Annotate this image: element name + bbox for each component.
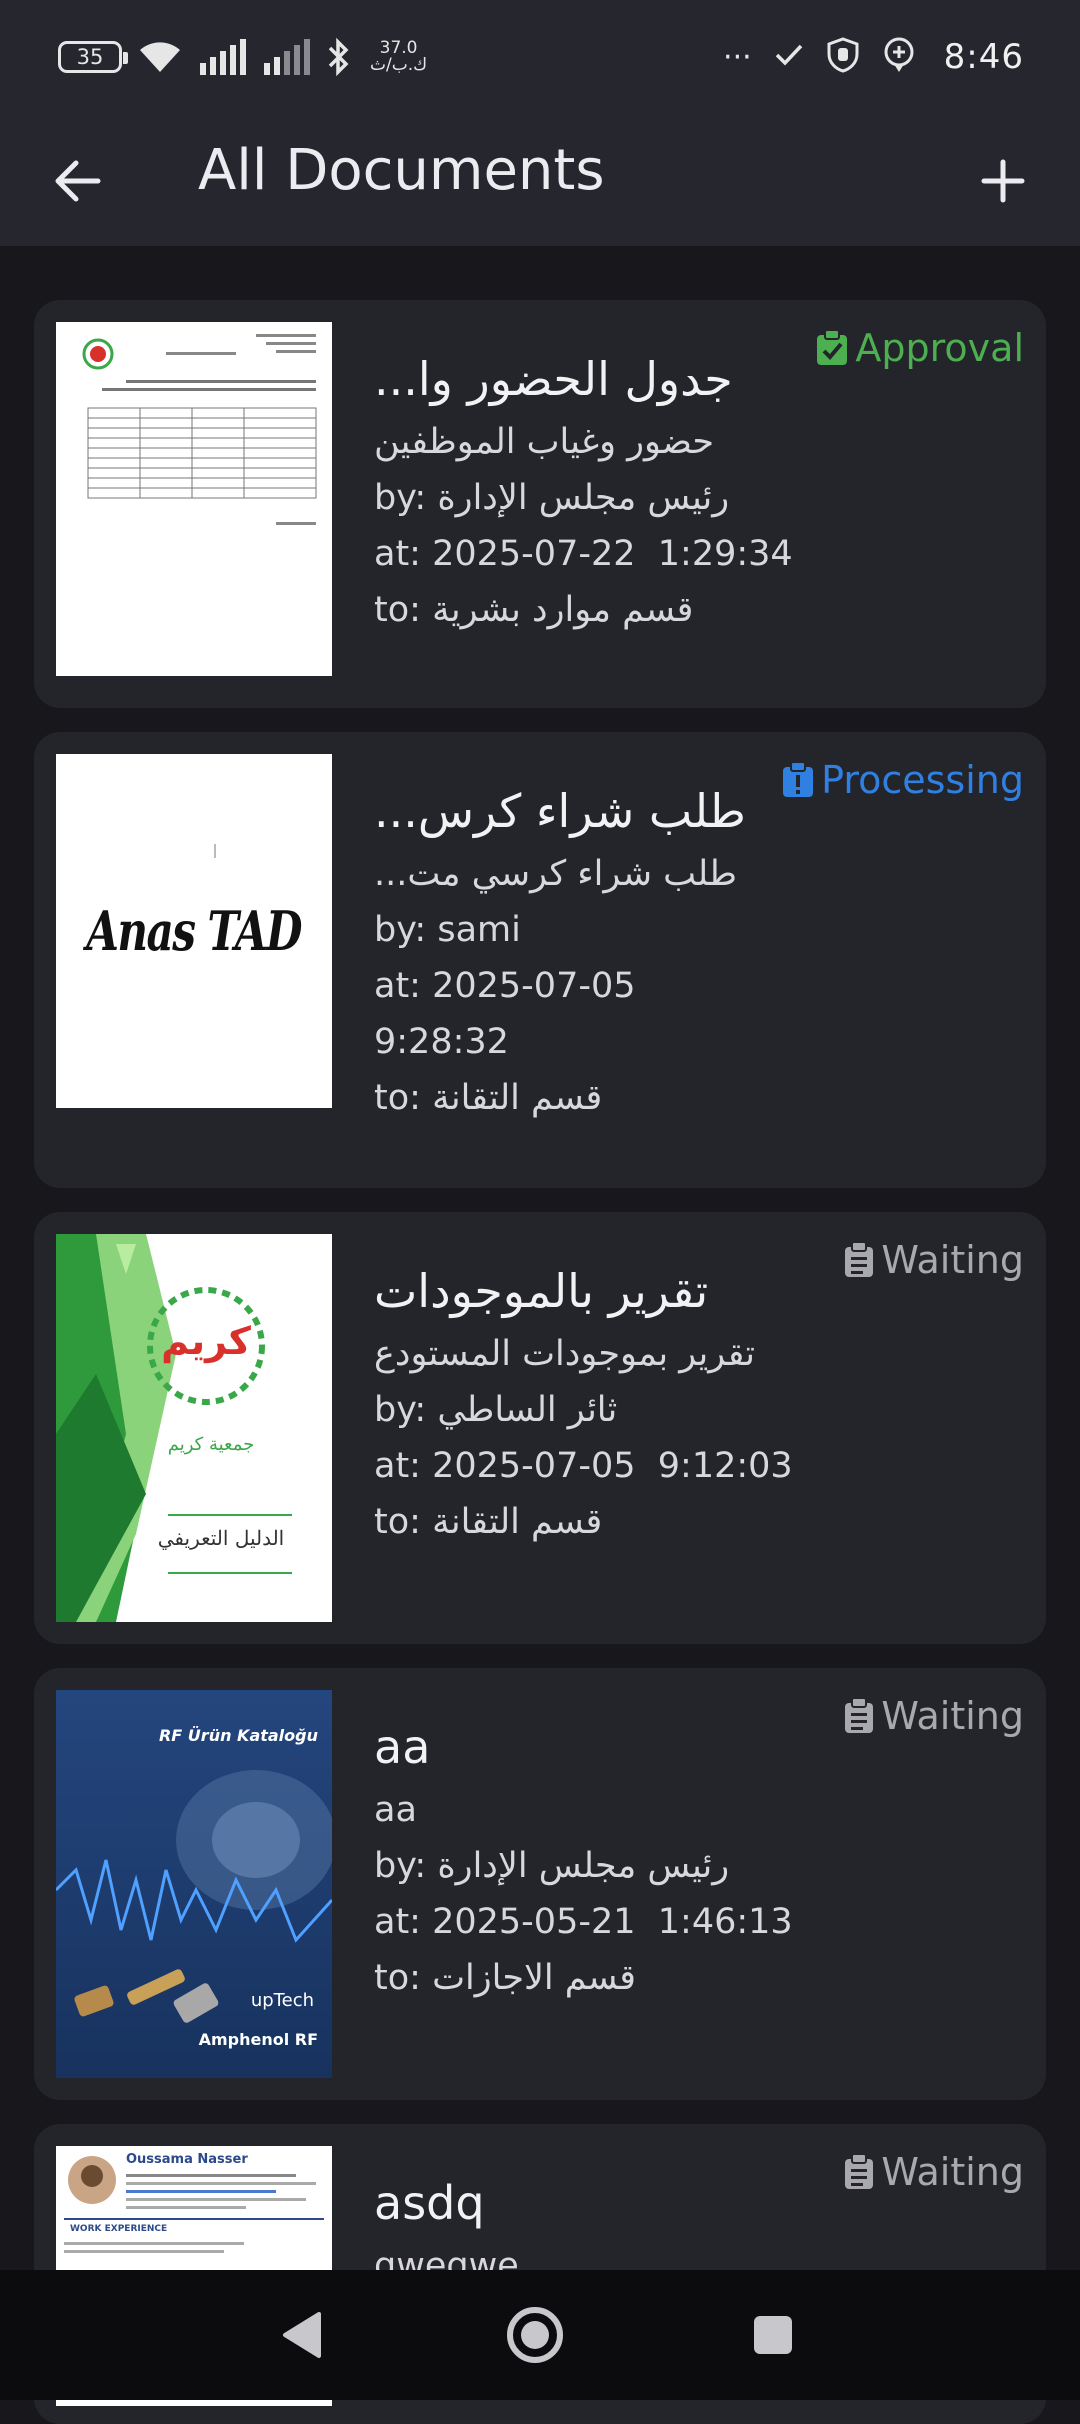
document-recipient: to: قسم التقانة xyxy=(374,1076,1026,1120)
document-title: asdq xyxy=(374,2176,485,2230)
status-bar: 35 37.0 ك.ب/ث ··· 8:46 xyxy=(0,0,1080,112)
network-speed: 37.0 ك.ب/ث xyxy=(370,40,427,74)
sender-name: sami xyxy=(437,910,521,950)
document-recipient: to: قسم الاجازات xyxy=(374,1956,1026,2000)
document-card[interactable]: RF Ürün Kataloğu upTech Amphenol RF Wait… xyxy=(34,1668,1046,2100)
recipient-name: قسم التقانة xyxy=(432,1078,603,1118)
catalog-brand-1: upTech xyxy=(250,1990,314,2011)
date-value: 2025-05-21 1:46:13 xyxy=(432,1902,793,1942)
nav-back-button[interactable] xyxy=(266,2300,336,2370)
shield-hand-icon xyxy=(826,37,860,77)
cv-section-label: WORK EXPERIENCE xyxy=(70,2224,168,2234)
document-date: at: 2025-07-05 9:12:03 xyxy=(374,1444,1026,1488)
more-notifications-icon: ··· xyxy=(723,39,752,75)
by-label: by: xyxy=(374,910,427,950)
sender-name: رئيس مجلس الإدارة xyxy=(437,1846,730,1886)
bluetooth-icon xyxy=(326,37,352,77)
document-subtitle: aa xyxy=(374,1790,417,1830)
document-date: at: 2025-05-21 1:46:13 xyxy=(374,1900,1026,1944)
signature-thumb-text: Anas TAD xyxy=(86,899,303,963)
recipient-name: قسم التقانة xyxy=(432,1502,603,1542)
page-title: All Documents xyxy=(198,138,605,203)
system-navigation-bar xyxy=(0,2270,1080,2400)
thumb-org-text: جمعية كريم xyxy=(167,1434,255,1455)
document-date: at: 2025-07-05 xyxy=(374,964,1026,1008)
by-label: by: xyxy=(374,1846,427,1886)
document-title: تقرير بالموجودات xyxy=(374,1264,709,1318)
recipient-name: قسم موارد بشرية xyxy=(432,590,694,630)
network-speed-unit: ك.ب/ث xyxy=(370,55,428,75)
cv-name: Oussama Nasser xyxy=(126,2152,248,2167)
plus-icon xyxy=(981,159,1025,203)
document-title: aa xyxy=(374,1720,431,1774)
catalog-brand-2: Amphenol RF xyxy=(198,2030,318,2049)
signal-strength-2-icon xyxy=(262,39,312,75)
document-subtitle: ...طلب شراء كرسي مت xyxy=(374,854,737,894)
app-bar: All Documents xyxy=(0,112,1080,246)
document-date: at: 2025-07-22 1:29:34 xyxy=(374,532,1026,576)
location-plus-icon xyxy=(882,36,916,78)
document-recipient: to: قسم موارد بشرية xyxy=(374,588,1026,632)
brochure-cover-preview xyxy=(56,1234,332,1622)
document-title: ...طلب شراء كرس xyxy=(374,784,746,838)
document-title: ...جدول الحضور وا xyxy=(374,352,733,406)
check-icon xyxy=(774,42,804,72)
document-thumbnail xyxy=(56,322,332,676)
document-sender: by: ثائر الساطي xyxy=(374,1388,1026,1432)
table-document-preview xyxy=(82,334,317,525)
document-thumbnail: Anas TAD xyxy=(56,754,332,1108)
nav-recents-button[interactable] xyxy=(738,2300,808,2370)
document-subtitle: تقرير بموجودات المستودع xyxy=(374,1334,756,1374)
recipient-name: قسم الاجازات xyxy=(432,1958,637,1998)
signal-strength-icon xyxy=(198,39,248,75)
battery-level: 35 xyxy=(76,45,104,69)
to-label: to: xyxy=(374,590,421,630)
document-thumbnail: RF Ürün Kataloğu upTech Amphenol RF xyxy=(56,1690,332,2078)
document-time: 9:28:32 xyxy=(374,1022,509,1062)
add-document-button[interactable] xyxy=(968,146,1038,216)
to-label: to: xyxy=(374,1502,421,1542)
at-label: at: xyxy=(374,1446,421,1486)
document-thumbnail: كريم جمعية كريم الدليل التعريفي xyxy=(56,1234,332,1622)
back-button[interactable] xyxy=(42,146,112,216)
document-sender: by: رئيس مجلس الإدارة xyxy=(374,476,1026,520)
sender-name: ثائر الساطي xyxy=(437,1390,618,1430)
document-recipient: to: قسم التقانة xyxy=(374,1500,1026,1544)
date-value: 2025-07-05 9:12:03 xyxy=(432,1446,793,1486)
catalog-title: RF Ürün Kataloğu xyxy=(158,1726,318,1745)
document-card[interactable]: Anas TAD Processing ...طلب شراء كرس ...ط… xyxy=(34,732,1046,1188)
clock: 8:46 xyxy=(943,37,1024,77)
at-label: at: xyxy=(374,1902,421,1942)
wifi-icon xyxy=(136,38,184,76)
at-label: at: xyxy=(374,534,421,574)
document-card[interactable]: Approval ...جدول الحضور وا حضور وغياب ال… xyxy=(34,300,1046,708)
document-card[interactable]: كريم جمعية كريم الدليل التعريفي Waiting … xyxy=(34,1212,1046,1644)
document-sender: by: رئيس مجلس الإدارة xyxy=(374,1844,1026,1888)
thumb-logo-text: كريم xyxy=(161,1319,251,1363)
to-label: to: xyxy=(374,1078,421,1118)
document-subtitle: حضور وغياب الموظفين xyxy=(374,422,715,462)
by-label: by: xyxy=(374,478,427,518)
triangle-back-icon xyxy=(283,2312,321,2358)
circle-home-icon xyxy=(507,2307,563,2363)
to-label: to: xyxy=(374,1958,421,1998)
date-value: 2025-07-22 1:29:34 xyxy=(432,534,793,574)
document-sender: by: sami xyxy=(374,908,1026,952)
sender-name: رئيس مجلس الإدارة xyxy=(437,478,730,518)
arrow-left-icon xyxy=(55,160,101,202)
thumb-footer-text: الدليل التعريفي xyxy=(157,1526,285,1550)
battery-icon: 35 xyxy=(58,41,128,73)
nav-home-button[interactable] xyxy=(500,2300,570,2370)
square-recents-icon xyxy=(754,2316,792,2354)
at-label: at: xyxy=(374,966,421,1006)
catalog-cover-preview xyxy=(56,1690,332,2078)
by-label: by: xyxy=(374,1390,427,1430)
date-value: 2025-07-05 xyxy=(432,966,636,1006)
